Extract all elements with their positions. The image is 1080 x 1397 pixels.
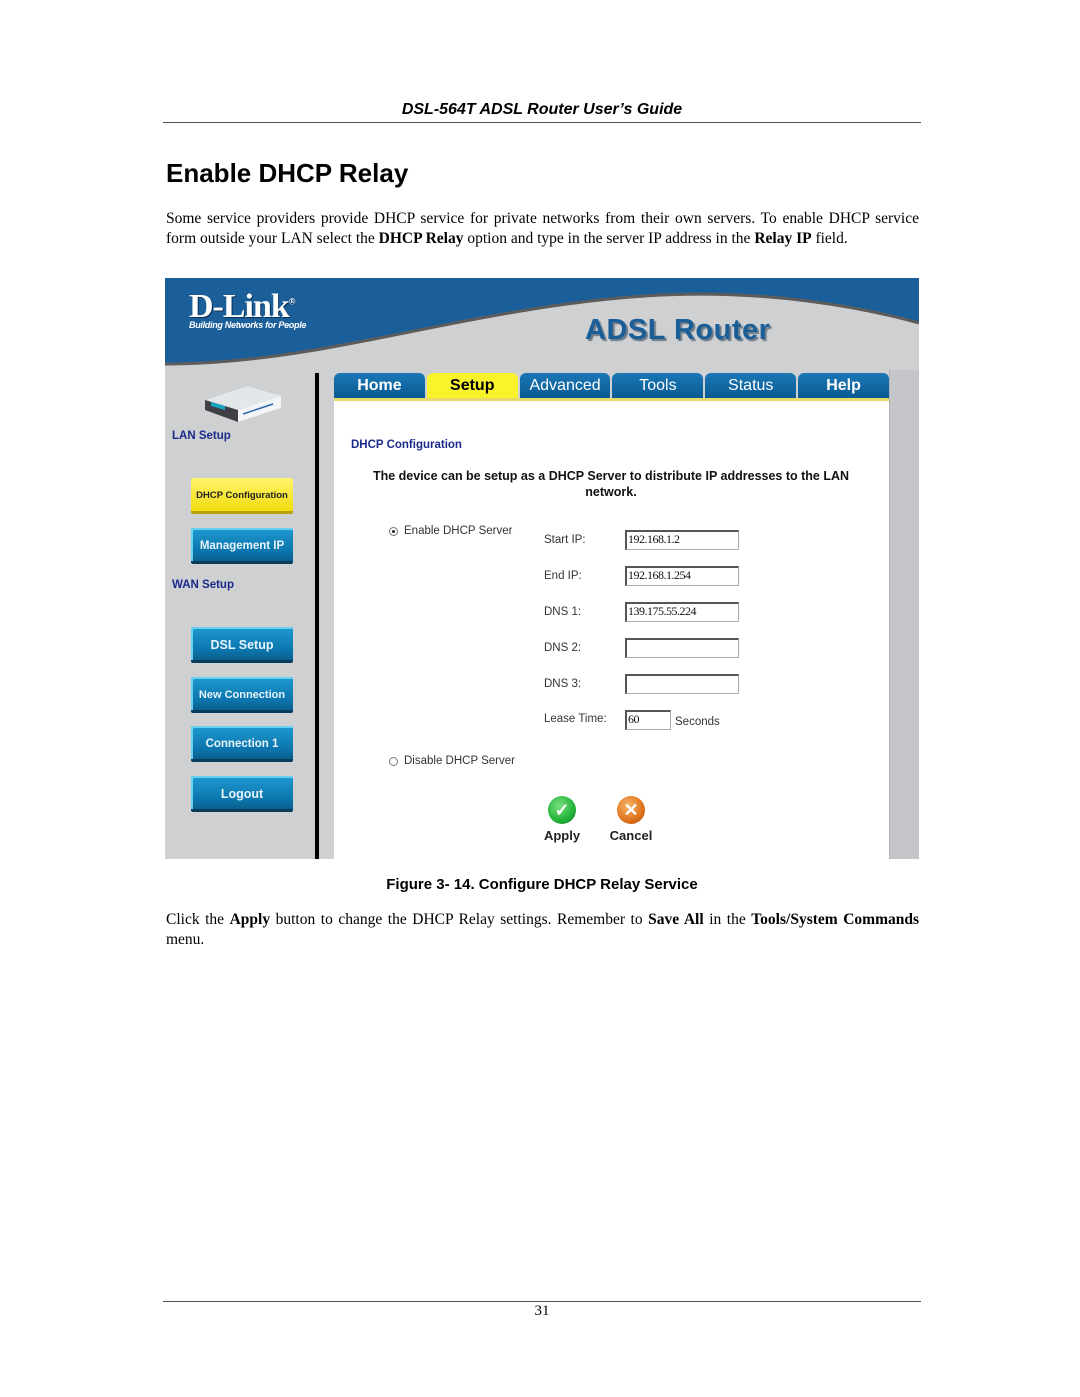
lease-time-label: Lease Time: xyxy=(544,713,607,725)
text: Click the xyxy=(166,911,230,928)
section-title: Enable DHCP Relay xyxy=(166,158,409,188)
lease-time-unit: Seconds xyxy=(675,716,720,728)
sidebar-dhcp-configuration-button[interactable]: DHCP Configuration xyxy=(191,478,293,514)
bold-term: Relay IP xyxy=(754,229,812,247)
sidebar-dsl-setup-button[interactable]: DSL Setup xyxy=(191,627,293,663)
main-tabs: Home Setup Advanced Tools Status Help xyxy=(334,373,889,401)
tab-status[interactable]: Status xyxy=(705,373,797,398)
tab-advanced[interactable]: Advanced xyxy=(519,373,611,398)
radio-unselected-icon[interactable] xyxy=(389,756,398,766)
tab-underline xyxy=(334,398,889,401)
logo-tagline: Building Networks for People xyxy=(189,320,307,330)
cancel-x-icon: ✕ xyxy=(617,796,645,824)
cancel-button[interactable]: ✕ Cancel xyxy=(605,796,657,843)
sidebar-management-ip-button[interactable]: Management IP xyxy=(191,528,293,564)
sidebar-logout-button[interactable]: Logout xyxy=(191,776,293,812)
bold-term: DHCP Relay xyxy=(378,229,464,247)
text: option and type in the server IP address… xyxy=(463,229,755,247)
dns1-input[interactable]: 139.175.55.224 xyxy=(625,602,739,622)
tab-tools[interactable]: Tools xyxy=(612,373,704,398)
dns2-label: DNS 2: xyxy=(544,642,582,654)
right-margin-bar xyxy=(889,370,919,859)
end-ip-input[interactable]: 192.168.1.254 xyxy=(625,566,739,586)
wan-setup-heading: WAN Setup xyxy=(172,579,234,591)
bold-term: Apply xyxy=(229,911,271,928)
bold-term: Tools/System Commands xyxy=(751,911,920,928)
dns1-label: DNS 1: xyxy=(544,606,582,618)
radio-selected-icon[interactable] xyxy=(389,526,398,536)
dhcp-configuration-title: DHCP Configuration xyxy=(351,439,462,451)
router-screenshot: D-Link® Building Networks for People ADS… xyxy=(165,278,919,859)
dns2-input[interactable] xyxy=(625,638,739,658)
text: menu. xyxy=(166,930,205,948)
registered-mark: ® xyxy=(288,296,296,307)
text: button to change the DHCP Relay settings… xyxy=(270,911,649,928)
router-device-icon xyxy=(205,386,281,422)
radio-label: Disable DHCP Server xyxy=(404,755,515,767)
dns3-input[interactable] xyxy=(625,674,739,694)
lease-time-input[interactable]: 60 xyxy=(625,710,671,730)
cancel-label: Cancel xyxy=(609,828,653,843)
product-title: ADSL Router xyxy=(585,314,771,346)
page-number: 31 xyxy=(534,1303,550,1319)
running-header: DSL-564T ADSL Router User’s Guide xyxy=(401,101,683,118)
apply-label: Apply xyxy=(543,828,581,843)
dhcp-description: The device can be setup as a DHCP Server… xyxy=(372,469,850,499)
apply-button[interactable]: ✓ Apply xyxy=(539,796,585,843)
text: field. xyxy=(811,229,848,247)
sidebar-divider xyxy=(315,373,319,859)
tab-setup[interactable]: Setup xyxy=(426,373,518,398)
checkmark-icon: ✓ xyxy=(548,796,576,824)
start-ip-input[interactable]: 192.168.1.2 xyxy=(625,530,739,550)
header-rule xyxy=(163,122,921,123)
figure-caption: Figure 3- 14. Configure DHCP Relay Servi… xyxy=(386,876,698,893)
radio-label: Enable DHCP Server xyxy=(404,525,513,537)
footer-rule xyxy=(163,1301,921,1302)
closing-paragraph: Click the Apply button to change the DHC… xyxy=(166,910,919,949)
sidebar-new-connection-button[interactable]: New Connection xyxy=(191,677,293,713)
tab-home[interactable]: Home xyxy=(334,373,425,398)
intro-paragraph: Some service providers provide DHCP serv… xyxy=(166,209,919,248)
tab-help[interactable]: Help xyxy=(798,373,889,398)
start-ip-label: Start IP: xyxy=(544,534,586,546)
bold-term: Save All xyxy=(648,911,704,928)
text: in the xyxy=(703,911,752,928)
dns3-label: DNS 3: xyxy=(544,678,582,690)
enable-dhcp-server-radio[interactable]: Enable DHCP Server xyxy=(389,525,512,537)
disable-dhcp-server-radio[interactable]: Disable DHCP Server xyxy=(389,755,515,767)
lan-setup-heading: LAN Setup xyxy=(172,430,231,442)
sidebar-connection-1-button[interactable]: Connection 1 xyxy=(191,726,293,762)
end-ip-label: End IP: xyxy=(544,570,582,582)
